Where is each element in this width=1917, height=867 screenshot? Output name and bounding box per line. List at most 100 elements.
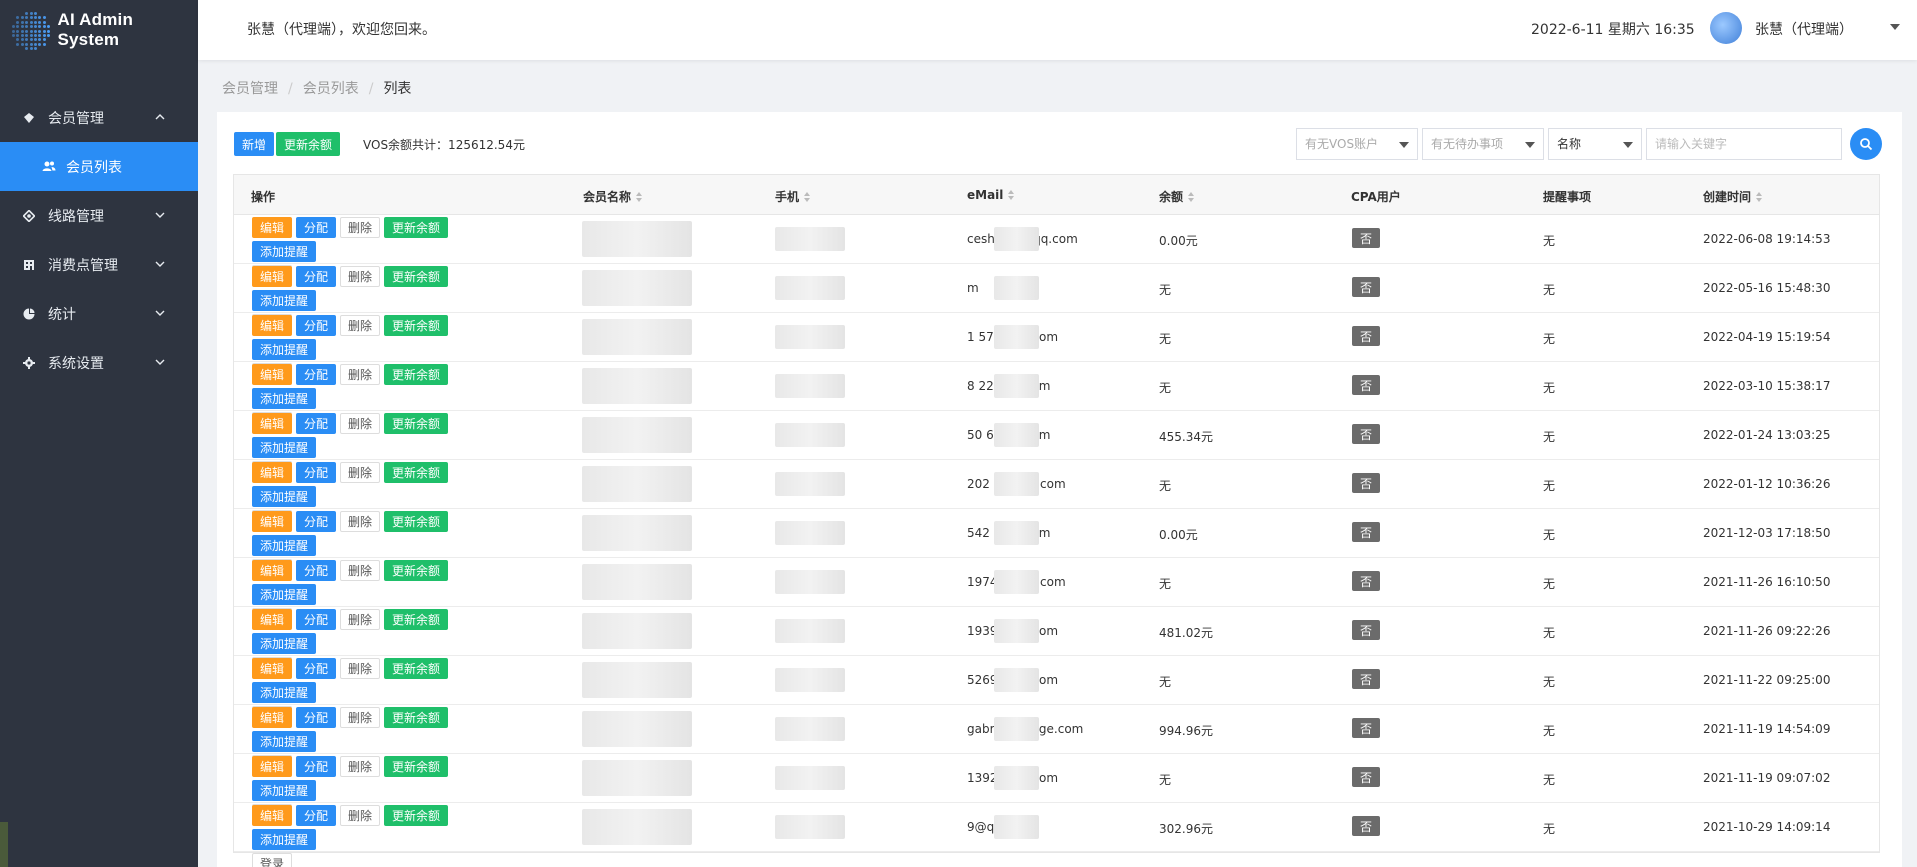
sidebar-item-system-settings[interactable]: 系统设置: [0, 338, 198, 387]
update-balance-button[interactable]: 更新余额: [276, 132, 341, 156]
sidebar-item-statistics[interactable]: 统计: [0, 289, 198, 338]
delete-button[interactable]: 删除: [340, 756, 381, 777]
edit-button[interactable]: 编辑: [252, 560, 293, 581]
logo-dot: [42, 29, 46, 33]
caret-down-icon[interactable]: [1890, 24, 1900, 30]
assign-button[interactable]: 分配: [296, 462, 337, 483]
column-header-created-at[interactable]: 创建时间: [1703, 188, 1763, 205]
redaction-mask: [994, 276, 1039, 300]
sort-icon[interactable]: [636, 192, 643, 202]
edit-button[interactable]: 编辑: [252, 315, 293, 336]
assign-button[interactable]: 分配: [296, 315, 337, 336]
update-balance-button[interactable]: 更新余额: [384, 511, 449, 532]
update-balance-button[interactable]: 更新余额: [384, 609, 449, 630]
column-header-balance[interactable]: 余额: [1159, 188, 1195, 205]
breadcrumb-item[interactable]: 会员管理: [222, 81, 278, 97]
assign-button[interactable]: 分配: [296, 560, 337, 581]
assign-button[interactable]: 分配: [296, 756, 337, 777]
add-button[interactable]: 新增: [234, 132, 275, 156]
add-reminder-button[interactable]: 添加提醒: [252, 437, 317, 458]
add-reminder-button[interactable]: 添加提醒: [252, 241, 317, 262]
column-header-phone[interactable]: 手机: [775, 188, 811, 205]
sort-icon[interactable]: [1008, 190, 1015, 200]
delete-button[interactable]: 删除: [340, 511, 381, 532]
add-reminder-button[interactable]: 添加提醒: [252, 339, 317, 360]
update-balance-button[interactable]: 更新余额: [384, 266, 449, 287]
delete-button[interactable]: 删除: [340, 560, 381, 581]
edit-button[interactable]: 编辑: [252, 805, 293, 826]
update-balance-button[interactable]: 更新余额: [384, 364, 449, 385]
add-reminder-button[interactable]: 添加提醒: [252, 486, 317, 507]
user-menu[interactable]: 张慧（代理端）: [1755, 19, 1853, 39]
search-input[interactable]: 请输入关键字: [1646, 128, 1842, 160]
sidebar-item-member-list[interactable]: 会员列表: [0, 142, 198, 191]
edit-button[interactable]: 编辑: [252, 266, 293, 287]
search-field-select[interactable]: 名称: [1548, 128, 1642, 160]
delete-button[interactable]: 删除: [340, 609, 381, 630]
column-header-member-name[interactable]: 会员名称: [583, 188, 643, 205]
breadcrumb-item[interactable]: 会员列表: [303, 81, 359, 97]
assign-button[interactable]: 分配: [296, 658, 337, 679]
add-reminder-button[interactable]: 添加提醒: [252, 829, 317, 850]
delete-button[interactable]: 删除: [340, 217, 381, 238]
update-balance-button[interactable]: 更新余额: [384, 413, 449, 434]
add-reminder-button[interactable]: 添加提醒: [252, 584, 317, 605]
assign-button[interactable]: 分配: [296, 364, 337, 385]
update-balance-button[interactable]: 更新余额: [384, 315, 449, 336]
add-reminder-button[interactable]: 添加提醒: [252, 731, 317, 752]
assign-button[interactable]: 分配: [296, 609, 337, 630]
delete-button[interactable]: 删除: [340, 364, 381, 385]
update-balance-button[interactable]: 更新余额: [384, 658, 449, 679]
vos-account-filter[interactable]: 有无VOS账户: [1296, 128, 1418, 160]
edit-button[interactable]: 编辑: [252, 658, 293, 679]
edit-button[interactable]: 编辑: [252, 511, 293, 532]
delete-button[interactable]: 删除: [340, 805, 381, 826]
assign-button[interactable]: 分配: [296, 511, 337, 532]
redaction-mask: [775, 717, 845, 741]
delete-button[interactable]: 删除: [340, 266, 381, 287]
delete-button[interactable]: 删除: [340, 462, 381, 483]
login-button[interactable]: 登录: [252, 853, 293, 867]
sidebar-item-member-management[interactable]: 会员管理: [0, 93, 198, 142]
assign-button[interactable]: 分配: [296, 217, 337, 238]
logo[interactable]: AI Admin System: [0, 0, 198, 60]
search-button[interactable]: [1850, 128, 1882, 160]
delete-button[interactable]: 删除: [340, 413, 381, 434]
add-reminder-button[interactable]: 添加提醒: [252, 535, 317, 556]
add-reminder-button[interactable]: 添加提醒: [252, 682, 317, 703]
sort-icon[interactable]: [1188, 192, 1195, 202]
edit-button[interactable]: 编辑: [252, 462, 293, 483]
edit-button[interactable]: 编辑: [252, 364, 293, 385]
add-reminder-button[interactable]: 添加提醒: [252, 633, 317, 654]
add-reminder-button[interactable]: 添加提醒: [252, 290, 317, 311]
todo-filter[interactable]: 有无待办事项: [1422, 128, 1544, 160]
add-reminder-button[interactable]: 添加提醒: [252, 780, 317, 801]
sidebar-item-label: 会员列表: [66, 159, 122, 176]
sort-icon[interactable]: [1756, 192, 1763, 202]
avatar[interactable]: [1710, 12, 1742, 44]
add-reminder-button[interactable]: 添加提醒: [252, 388, 317, 409]
sidebar-item-consumption-point-management[interactable]: 消费点管理: [0, 240, 198, 289]
edit-button[interactable]: 编辑: [252, 217, 293, 238]
column-header-email[interactable]: eMail: [967, 188, 1015, 202]
update-balance-button[interactable]: 更新余额: [384, 560, 449, 581]
update-balance-button[interactable]: 更新余额: [384, 462, 449, 483]
edit-button[interactable]: 编辑: [252, 413, 293, 434]
edit-button[interactable]: 编辑: [252, 609, 293, 630]
logo-dot: [38, 34, 42, 37]
assign-button[interactable]: 分配: [296, 413, 337, 434]
assign-button[interactable]: 分配: [296, 707, 337, 728]
update-balance-button[interactable]: 更新余额: [384, 707, 449, 728]
delete-button[interactable]: 删除: [340, 707, 381, 728]
update-balance-button[interactable]: 更新余额: [384, 756, 449, 777]
edit-button[interactable]: 编辑: [252, 756, 293, 777]
delete-button[interactable]: 删除: [340, 315, 381, 336]
update-balance-button[interactable]: 更新余额: [384, 805, 449, 826]
sidebar-item-route-management[interactable]: 线路管理: [0, 191, 198, 240]
assign-button[interactable]: 分配: [296, 266, 337, 287]
delete-button[interactable]: 删除: [340, 658, 381, 679]
sort-icon[interactable]: [804, 192, 811, 202]
update-balance-button[interactable]: 更新余额: [384, 217, 449, 238]
assign-button[interactable]: 分配: [296, 805, 337, 826]
edit-button[interactable]: 编辑: [252, 707, 293, 728]
